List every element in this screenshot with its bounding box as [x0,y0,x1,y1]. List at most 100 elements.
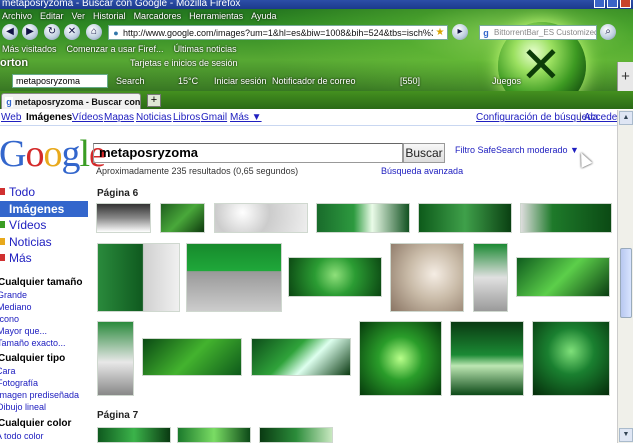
menu-marcadores[interactable]: Marcadores [134,9,182,23]
page-scrollbar[interactable]: ▲ ▼ [617,110,633,443]
back-button[interactable]: ◀ [2,24,18,40]
gbar-web[interactable]: Web [1,112,21,123]
stop-button[interactable]: ✕ [64,24,80,40]
type-option-lineart[interactable]: Dibujo lineal [0,402,46,412]
gbar-gmail[interactable]: Gmail [201,112,227,123]
maximize-button[interactable] [607,0,618,8]
size-option-icon[interactable]: Icono [0,314,19,324]
image-result[interactable] [259,427,333,443]
bookmark-star-icon[interactable]: ★ [433,27,447,38]
nav-item-videos[interactable]: Vídeos [0,217,88,233]
image-result[interactable] [97,243,180,312]
image-result[interactable] [97,427,171,443]
image-result[interactable] [450,321,524,396]
gbar-books[interactable]: Libros [173,112,200,123]
nav-item-images[interactable]: Imágenes [0,201,88,217]
search-bar[interactable]: g BittorrentBar_ES Customized [479,25,597,40]
image-result[interactable] [520,203,612,233]
safesearch-dropdown[interactable]: Filtro SafeSearch moderado ▼ [455,145,579,155]
bookmark-getting-started[interactable]: Comenzar a usar Firef... [67,43,164,56]
image-result[interactable] [288,257,382,297]
addon-search-input[interactable]: metaposryzoma [12,74,108,88]
nav-item-news[interactable]: Noticias [0,234,88,250]
gbar-signin[interactable]: Acceder [584,112,621,123]
url-bar[interactable]: ● http://www.google.com/images?um=1&hl=e… [108,25,448,40]
tab-google-search[interactable]: g metaposryzoma - Buscar con Google [1,93,141,109]
forward-button[interactable]: ▶ [22,24,38,40]
type-option-clipart[interactable]: Imagen prediseñada [0,390,79,400]
gbar-more[interactable]: Más ▼ [230,112,262,123]
list-all-tabs-button[interactable]: + [617,62,633,91]
search-bar-placeholder[interactable]: BittorrentBar_ES Customized [492,28,596,37]
image-result[interactable] [177,427,251,443]
menu-herramientas[interactable]: Herramientas [189,9,243,23]
minimize-button[interactable] [594,0,605,8]
gbar-maps[interactable]: Mapas [104,112,134,123]
norton-cards-item[interactable]: Tarjetas e inicios de sesión [130,58,238,68]
menu-historial[interactable]: Historial [93,9,126,23]
nav-item-all[interactable]: Todo [0,184,88,200]
menu-ver[interactable]: Ver [72,9,86,23]
gbar-videos[interactable]: Vídeos [72,112,103,123]
color-filter-header[interactable]: Cualquier color [0,418,71,429]
new-tab-button[interactable]: + [147,94,161,107]
tab-label: metaposryzoma - Buscar con Google [14,96,140,107]
size-option-larger-than[interactable]: Mayor que... [0,326,47,336]
image-result[interactable] [214,203,308,233]
gbar-images[interactable]: Imágenes [26,112,72,123]
search-engine-icon[interactable]: g [480,28,492,38]
image-result[interactable] [359,321,442,396]
image-result[interactable] [316,203,410,233]
reload-button[interactable]: ↻ [44,24,60,40]
image-result[interactable] [390,243,464,312]
menu-bar: Archivo Editar Ver Historial Marcadores … [0,9,276,23]
size-option-large[interactable]: Grande [0,290,27,300]
size-option-medium[interactable]: Mediano [0,302,32,312]
menu-ayuda[interactable]: Ayuda [251,9,276,23]
image-result[interactable] [473,243,508,312]
message-count[interactable]: [550] [400,76,420,86]
games-item[interactable]: Juegos [492,76,521,86]
image-result[interactable] [160,203,205,233]
image-result[interactable] [418,203,512,233]
addon-search-button[interactable]: Search [116,76,145,86]
color-option-full[interactable]: A todo color [0,431,44,441]
search-go-icon[interactable]: ⌕ [600,24,616,40]
image-result[interactable] [96,203,151,233]
image-result[interactable] [142,338,242,376]
size-filter-header[interactable]: Cualquier tamaño [0,277,82,288]
google-logo[interactable]: Google [0,134,106,174]
videos-icon [0,221,5,228]
mail-notifier-item[interactable]: Notificador de correo [272,76,356,86]
nav-item-label: Vídeos [9,218,47,232]
image-result[interactable] [97,321,134,396]
login-item[interactable]: Iniciar sesión [214,76,267,86]
weather-item[interactable]: 15°C [178,76,198,86]
menu-editar[interactable]: Editar [40,9,64,23]
scroll-down-button[interactable]: ▼ [619,428,633,442]
nav-item-more[interactable]: Más [0,250,88,266]
go-button[interactable]: ▸ [452,24,468,40]
bookmark-latest-news[interactable]: Últimas noticias [174,43,237,56]
search-input[interactable]: metaposryzoma [93,143,403,163]
close-button[interactable] [620,0,631,8]
bookmark-most-visited[interactable]: Más visitados [2,43,57,56]
type-option-face[interactable]: Cara [0,366,16,376]
size-option-exact[interactable]: Tamaño exacto... [0,338,66,348]
site-identity-icon[interactable]: ● [109,28,123,38]
gbar-news[interactable]: Noticias [136,112,172,123]
image-result[interactable] [532,321,610,396]
image-result[interactable] [186,243,282,312]
home-button[interactable]: ⌂ [86,24,102,40]
type-filter-header[interactable]: Cualquier tipo [0,353,65,364]
image-result[interactable] [251,338,351,376]
advanced-search-link[interactable]: Búsqueda avanzada [381,166,463,176]
url-text[interactable]: http://www.google.com/images?um=1&hl=es&… [123,28,433,38]
search-button[interactable]: Buscar [403,143,445,163]
type-option-photo[interactable]: Fotografía [0,378,38,388]
menu-archivo[interactable]: Archivo [2,9,32,23]
scroll-thumb[interactable] [620,248,632,318]
image-result[interactable] [516,257,610,297]
scroll-up-button[interactable]: ▲ [619,111,633,125]
images-icon [0,205,5,212]
